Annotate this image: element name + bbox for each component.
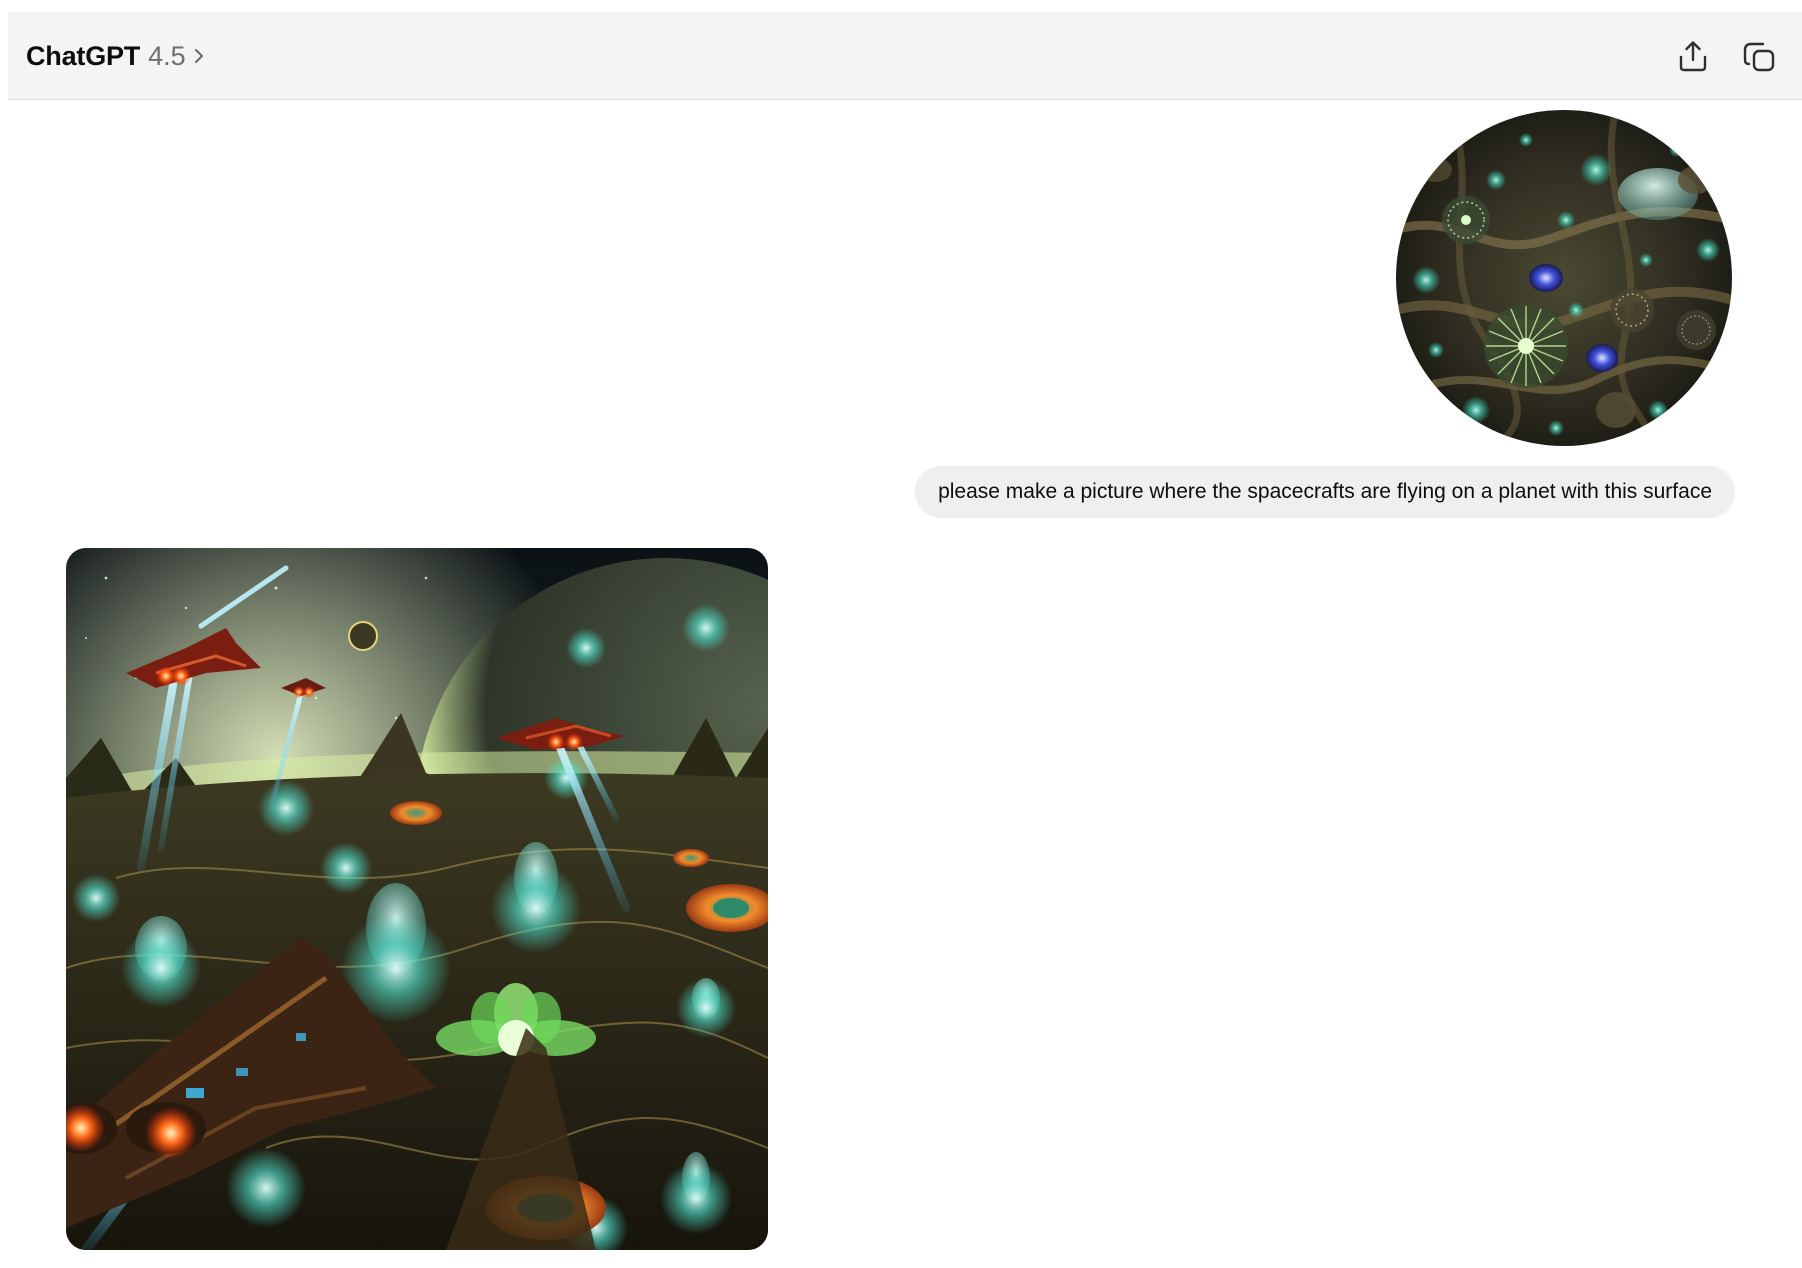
- app-name: ChatGPT: [26, 40, 141, 71]
- header-actions: [1670, 33, 1782, 79]
- new-window-button[interactable]: [1736, 33, 1782, 79]
- app-window: ChatGPT 4.5 please make a picture where …: [8, 12, 1802, 1268]
- user-message-text: please make a picture where the spacecra…: [938, 480, 1712, 503]
- model-selector[interactable]: ChatGPT 4.5: [26, 38, 206, 74]
- top-bar: ChatGPT 4.5: [8, 12, 1802, 100]
- uploaded-surface-image[interactable]: [1396, 110, 1732, 446]
- share-upload-icon: [1676, 39, 1710, 73]
- share-button[interactable]: [1670, 33, 1716, 79]
- user-message-bubble: please make a picture where the spacecra…: [915, 466, 1735, 518]
- generated-image[interactable]: [66, 548, 768, 1250]
- model-version: 4.5: [148, 40, 186, 71]
- new-window-icon: [1741, 38, 1777, 74]
- chevron-right-icon: [192, 46, 206, 66]
